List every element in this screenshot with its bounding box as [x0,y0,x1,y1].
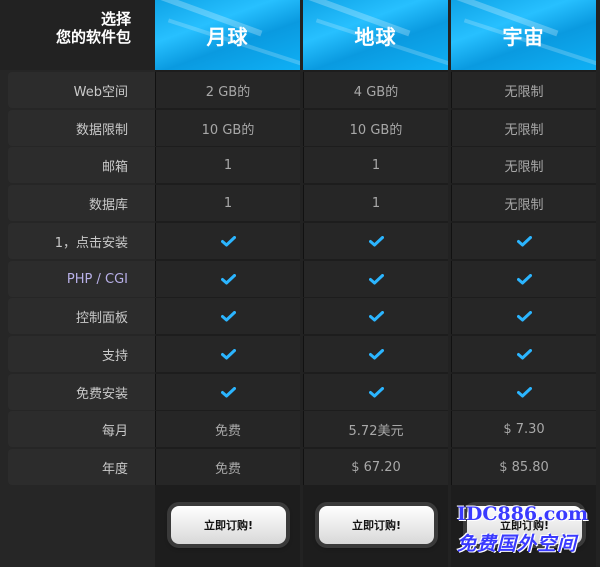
check-icon [303,261,448,297]
check-icon [451,223,596,259]
table-row: 数据限制 10 GB的 10 GB的 无限制 [0,110,600,146]
table-cell: 1 [303,185,448,221]
check-icon [451,374,596,410]
row-label: Web空间 [8,72,155,108]
table-row: 控制面板 [0,298,600,334]
check-icon [451,261,596,297]
pricing-table: 选择 您的软件包 月球 地球 宇宙 Web空间 2 GB的 4 GB的 无限制 数据限制… [0,0,600,567]
order-button-moon[interactable]: 立即订购! [171,506,286,544]
check-icon [155,223,300,259]
plan-header-universe: 宇宙 [451,0,596,70]
table-row: 支持 [0,336,600,372]
check-icon [155,298,300,334]
check-icon [155,374,300,410]
row-label: 免费安装 [8,374,155,410]
table-cell: $ 7.30 [451,411,596,447]
order-button-earth[interactable]: 立即订购! [319,506,434,544]
table-cell: 无限制 [451,110,596,146]
table-cell: 5.72美元 [303,411,448,447]
row-label: 每月 [8,411,155,447]
table-row: 免费安装 [0,374,600,410]
table-row: PHP / CGI [0,261,600,297]
table-cell: 无限制 [451,185,596,221]
check-icon [303,336,448,372]
table-title: 选择 您的软件包 [0,0,155,70]
table-row: 年度 免费 $ 67.20 $ 85.80 [0,449,600,485]
table-cell: $ 67.20 [303,449,448,485]
table-row: Web空间 2 GB的 4 GB的 无限制 [0,72,600,108]
table-cell: 10 GB的 [155,110,300,146]
table-row: 数据库 1 1 无限制 [0,185,600,221]
row-label: 邮箱 [8,147,155,183]
table-cell: 2 GB的 [155,72,300,108]
table-row: 每月 免费 5.72美元 $ 7.30 [0,411,600,447]
check-icon [303,223,448,259]
row-label: 数据库 [8,185,155,221]
plan-header-earth: 地球 [303,0,448,70]
table-cell: 无限制 [451,147,596,183]
title-line-1: 选择 [100,10,131,28]
table-cell: 10 GB的 [303,110,448,146]
table-row: 邮箱 1 1 无限制 [0,147,600,183]
table-cell: 免费 [155,411,300,447]
row-label: 支持 [8,336,155,372]
table-cell: 1 [303,147,448,183]
check-icon [451,298,596,334]
table-row: 1，点击安装 [0,223,600,259]
table-cell: 4 GB的 [303,72,448,108]
check-icon [303,298,448,334]
check-icon [451,336,596,372]
table-cell: 无限制 [451,72,596,108]
row-label: 年度 [8,449,155,485]
row-label: 控制面板 [8,298,155,334]
check-icon [155,336,300,372]
table-cell: 1 [155,147,300,183]
title-line-2: 您的软件包 [55,28,131,46]
table-cell: 1 [155,185,300,221]
row-label: PHP / CGI [8,261,155,297]
table-cell: $ 85.80 [451,449,596,485]
table-cell: 免费 [155,449,300,485]
row-label: 数据限制 [8,110,155,146]
row-label: 1，点击安装 [8,223,155,259]
order-button-universe[interactable]: 立即订购! [467,506,582,544]
plan-header-moon: 月球 [155,0,300,70]
check-icon [155,261,300,297]
check-icon [303,374,448,410]
